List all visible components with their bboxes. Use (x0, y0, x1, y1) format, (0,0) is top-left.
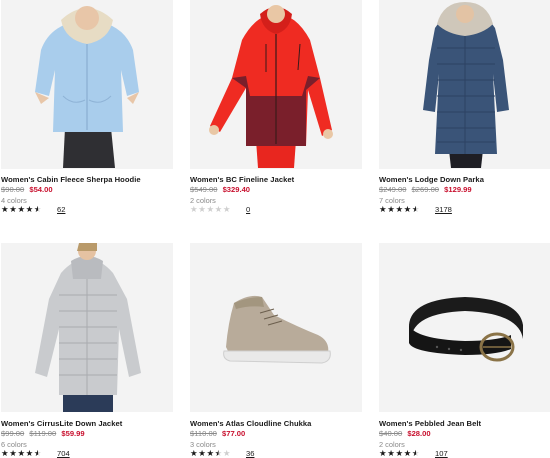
review-count-link[interactable]: 0 (246, 205, 250, 214)
star-icon: ★ (190, 448, 198, 458)
product-title[interactable]: Women's Atlas Cloudline Chukka (190, 419, 311, 428)
star-icon: ★ (33, 448, 42, 458)
down-jacket-image (1, 243, 173, 412)
product-card[interactable]: Women's Atlas Cloudline Chukka $110.00 $… (190, 243, 362, 458)
product-image-hoodie[interactable] (1, 0, 173, 169)
rating-row: ★ ★ ★ ★ ★ 107 (379, 449, 448, 458)
sale-price: $28.00 (407, 429, 431, 438)
star-icon: ★ (33, 204, 42, 215)
star-icon: ★ (206, 448, 215, 458)
star-icon: ★ (411, 204, 420, 215)
sale-price: $54.00 (29, 185, 53, 194)
original-price-high: $269.00 (411, 185, 440, 194)
star-icon: ★ (25, 448, 34, 458)
review-count-link[interactable]: 36 (246, 449, 254, 458)
star-icon: ★ (403, 448, 412, 458)
rating-row: ★ ★ ★ ★ ★ 704 (1, 449, 70, 458)
sale-price: $129.99 (444, 185, 472, 194)
original-price: $110.00 (190, 429, 217, 438)
product-card[interactable]: Women's BC Fineline Jacket $549.00 $329.… (190, 0, 362, 225)
star-rating: ★ ★ ★ ★ ★ (1, 205, 47, 214)
star-icon: ★ (379, 448, 387, 458)
review-count-link[interactable]: 3178 (435, 205, 452, 214)
ski-jacket-image (190, 0, 362, 169)
original-price: $40.00 (379, 429, 403, 438)
product-image-chukka[interactable] (190, 243, 362, 412)
product-grid: Women's Cabin Fleece Sherpa Hoodie $90.0… (0, 0, 550, 458)
star-icon: ★ (403, 204, 412, 215)
product-image-ski-jacket[interactable] (190, 0, 362, 169)
product-title[interactable]: Women's CirrusLite Down Jacket (1, 419, 122, 428)
product-title[interactable]: Women's BC Fineline Jacket (190, 175, 294, 184)
star-rating: ★ ★ ★ ★ ★ (379, 205, 425, 214)
sale-price: $77.00 (222, 429, 246, 438)
rating-row: ★ ★ ★ ★ ★ 3178 (379, 205, 452, 214)
original-price: $249.00 (379, 185, 407, 194)
product-title[interactable]: Women's Cabin Fleece Sherpa Hoodie (1, 175, 141, 184)
original-price: $99.00 (1, 429, 25, 438)
product-card[interactable]: Women's Pebbled Jean Belt $40.00 $28.00 … (379, 243, 550, 458)
star-icon: ★ (214, 204, 223, 215)
star-rating: ★ ★ ★ ★ ★ (1, 449, 47, 458)
rating-row: ★ ★ ★ ★ ★ 0 (190, 205, 250, 214)
star-icon: ★ (222, 448, 231, 458)
sale-price: $329.40 (222, 185, 251, 194)
parka-image (379, 0, 550, 169)
price-row: $110.00 $77.00 (190, 429, 245, 438)
price-row: $549.00 $329.40 (190, 185, 250, 194)
belt-image (379, 243, 550, 412)
product-card[interactable]: Women's Cabin Fleece Sherpa Hoodie $90.0… (1, 0, 173, 225)
hoodie-image (1, 0, 173, 169)
star-icon: ★ (1, 448, 9, 458)
star-icon: ★ (9, 204, 17, 215)
review-count-link[interactable]: 704 (57, 449, 70, 458)
star-icon: ★ (190, 204, 198, 215)
rating-row: ★ ★ ★ ★ ★ 62 (1, 205, 65, 214)
star-rating: ★ ★ ★ ★ ★ (190, 205, 236, 214)
star-icon: ★ (198, 448, 206, 458)
price-row: $90.00 $54.00 (1, 185, 53, 194)
star-icon: ★ (387, 204, 395, 215)
sale-price: $59.99 (61, 429, 85, 438)
product-card[interactable]: Women's Lodge Down Parka $249.00 $269.00… (379, 0, 550, 225)
product-card[interactable]: Women's CirrusLite Down Jacket $99.00 $1… (1, 243, 173, 458)
product-title[interactable]: Women's Lodge Down Parka (379, 175, 484, 184)
star-icon: ★ (206, 204, 215, 215)
price-row: $249.00 $269.00 $129.99 (379, 185, 472, 194)
price-row: $99.00 $119.00 $59.99 (1, 429, 85, 438)
original-price-high: $119.00 (29, 429, 57, 438)
star-rating: ★ ★ ★ ★ ★ (190, 449, 236, 458)
star-icon: ★ (214, 448, 223, 458)
product-title[interactable]: Women's Pebbled Jean Belt (379, 419, 481, 428)
review-count-link[interactable]: 62 (57, 205, 65, 214)
price-row: $40.00 $28.00 (379, 429, 431, 438)
star-icon: ★ (1, 204, 9, 215)
star-icon: ★ (395, 204, 404, 215)
star-icon: ★ (17, 448, 26, 458)
original-price: $90.00 (1, 185, 25, 194)
product-image-parka[interactable] (379, 0, 550, 169)
star-icon: ★ (411, 448, 420, 458)
star-icon: ★ (25, 204, 34, 215)
star-icon: ★ (198, 204, 206, 215)
product-image-down-jacket[interactable] (1, 243, 173, 412)
star-icon: ★ (9, 448, 17, 458)
rating-row: ★ ★ ★ ★ ★ 36 (190, 449, 254, 458)
star-icon: ★ (387, 448, 395, 458)
star-icon: ★ (17, 204, 26, 215)
star-rating: ★ ★ ★ ★ ★ (379, 449, 425, 458)
original-price: $549.00 (190, 185, 218, 194)
chukka-shoe-image (190, 243, 362, 412)
star-icon: ★ (222, 204, 231, 215)
product-image-belt[interactable] (379, 243, 550, 412)
star-icon: ★ (395, 448, 404, 458)
review-count-link[interactable]: 107 (435, 449, 448, 458)
star-icon: ★ (379, 204, 387, 215)
